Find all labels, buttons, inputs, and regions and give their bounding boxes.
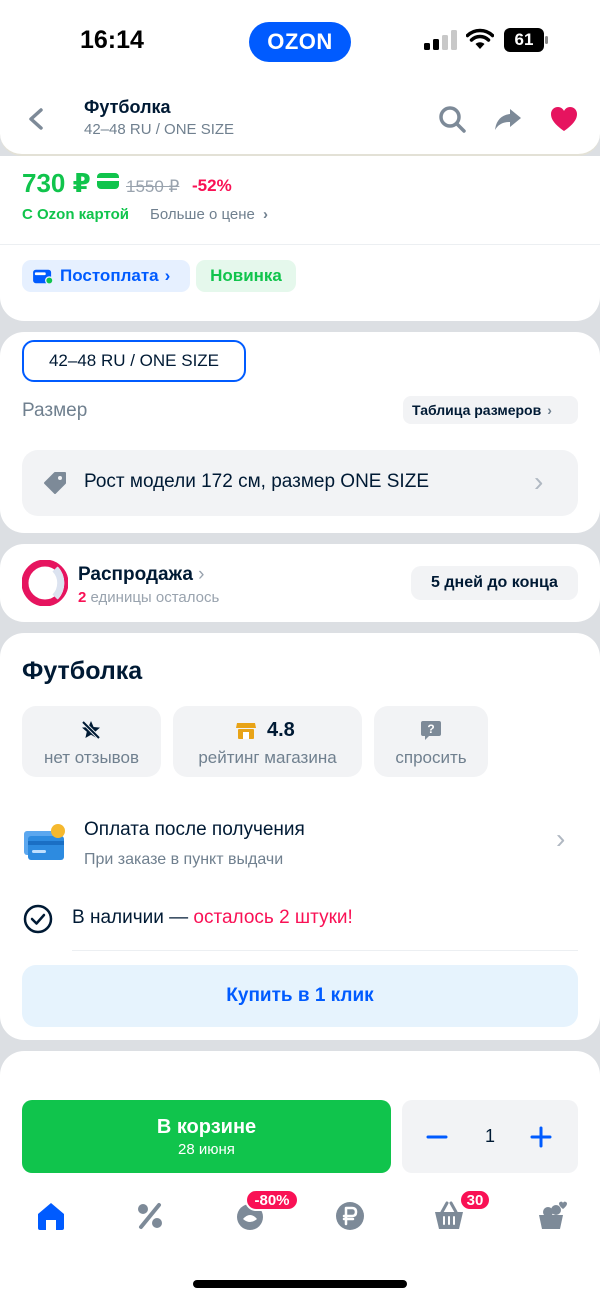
profile-icon[interactable] [536, 1199, 570, 1233]
current-price: 730 ₽ [22, 168, 91, 198]
in-cart-button[interactable]: В корзине 28 июня [22, 1100, 391, 1173]
search-icon[interactable] [436, 103, 468, 135]
reviews-label: нет отзывов [44, 748, 139, 767]
in-cart-label: В корзине [156, 1115, 257, 1138]
payment-after-receipt-subtitle: При заказе в пункт выдачи [84, 851, 284, 868]
sale-title: Распродажа › [78, 564, 205, 586]
wifi-icon [466, 28, 494, 49]
chevron-right-icon[interactable]: › [556, 823, 565, 855]
size-table-label: Таблица размеров [412, 402, 542, 418]
ozon-app-pill[interactable]: OZON [249, 22, 351, 62]
chevron-right-icon: › [547, 402, 552, 418]
sale-count: 2 [78, 589, 87, 606]
chevron-right-icon: › [198, 564, 205, 585]
payment-after-receipt-title: Оплата после получения [84, 819, 305, 840]
bottom-action-bar: В корзине 28 июня 1 [0, 1051, 600, 1300]
product-title: Футболка [22, 657, 143, 685]
divider [72, 950, 578, 951]
reviews-stat[interactable]: нет отзывов [22, 706, 161, 777]
status-time: 16:14 [80, 26, 144, 54]
sale-title-text: Распродажа [78, 564, 193, 585]
no-star-icon [81, 720, 101, 740]
ruble-icon[interactable] [333, 1199, 367, 1233]
size-card: 42–48 RU / ONE SIZE Размер Таблица разме… [0, 332, 600, 533]
shop-rating-stat[interactable]: 4.8 рейтинг магазина [173, 706, 362, 777]
sale-logo-icon [22, 560, 68, 606]
shop-rating-label: рейтинг магазина [198, 748, 337, 767]
new-badge: Новинка [196, 260, 296, 292]
postpay-label: Постоплата [60, 266, 159, 285]
plus-icon[interactable] [526, 1122, 556, 1152]
back-arrow-icon[interactable] [22, 104, 50, 134]
wallet-icon [33, 269, 54, 285]
cart-count-badge: 30 [459, 1189, 491, 1211]
old-price: 1550 ₽ [126, 177, 180, 196]
header-title: Футболка [84, 97, 171, 117]
model-info-text: Рост модели 172 см, размер ONE SIZE [84, 471, 429, 492]
favorite-heart-icon[interactable] [548, 103, 580, 135]
more-about-price-link[interactable]: Больше о цене › [150, 206, 268, 223]
delivery-date: 28 июня [178, 1140, 235, 1158]
size-label: Размер [22, 400, 88, 421]
percent-icon[interactable] [133, 1199, 167, 1233]
home-icon[interactable] [34, 1199, 68, 1233]
size-table-button[interactable]: Таблица размеров › [403, 396, 578, 424]
svg-text:?: ? [427, 722, 434, 736]
home-indicator [193, 1280, 407, 1288]
chevron-right-icon: › [263, 206, 269, 223]
stock-prefix: В наличии — [72, 907, 194, 928]
ask-question-label: спросить [395, 748, 467, 767]
shop-rating-value: 4.8 [267, 719, 295, 741]
tag-icon [44, 472, 66, 494]
status-bar: 16:14 OZON 61 [0, 0, 600, 88]
cellular-signal-icon [424, 30, 457, 50]
sale-ends-badge: 5 дней до конца [411, 566, 578, 600]
ozon-card-icon [97, 173, 119, 189]
quantity-stepper: 1 [402, 1100, 578, 1173]
divider [0, 244, 600, 245]
sale-card[interactable]: Распродажа › 2 единицы осталось 5 дней д… [0, 544, 600, 622]
chevron-right-icon: › [534, 466, 544, 497]
sale-remaining: 2 единицы осталось [78, 589, 219, 606]
model-info-row[interactable]: Рост модели 172 см, размер ONE SIZE › [22, 450, 578, 516]
payment-cards-icon [24, 824, 65, 860]
ask-question-stat[interactable]: ? спросить [374, 706, 488, 777]
product-header: Футболка 42–48 RU / ONE SIZE [0, 88, 600, 156]
share-icon[interactable] [492, 103, 524, 135]
header-subtitle: 42–48 RU / ONE SIZE [84, 121, 235, 138]
buy-one-click-button[interactable]: Купить в 1 клик [22, 965, 578, 1027]
check-circle-icon [23, 904, 53, 934]
sale-remaining-text: единицы осталось [90, 589, 220, 606]
battery-icon: 61 [504, 28, 548, 52]
stock-left-count: осталось 2 штуки! [193, 907, 353, 928]
fresh-discount-badge: -80% [245, 1189, 299, 1211]
shop-icon [236, 723, 256, 739]
size-option-selected[interactable]: 42–48 RU / ONE SIZE [22, 340, 246, 382]
battery-level: 61 [504, 28, 544, 52]
question-icon: ? [421, 721, 441, 740]
chevron-right-icon: › [164, 266, 171, 285]
postpay-badge[interactable]: Постоплата › [22, 260, 190, 292]
ozon-card-label: С Ozon картой [22, 206, 130, 223]
stock-status: В наличии — осталось 2 штуки! [72, 907, 353, 929]
price-card: 730 ₽ С Ozon картой Больше о цене › Пост… [0, 156, 600, 321]
more-about-price-label: Больше о цене [150, 206, 255, 223]
discount-percent: -52% [192, 176, 232, 195]
product-info-card: Футболка нет отзывов 4.8 рейтинг магазин… [0, 633, 600, 1040]
